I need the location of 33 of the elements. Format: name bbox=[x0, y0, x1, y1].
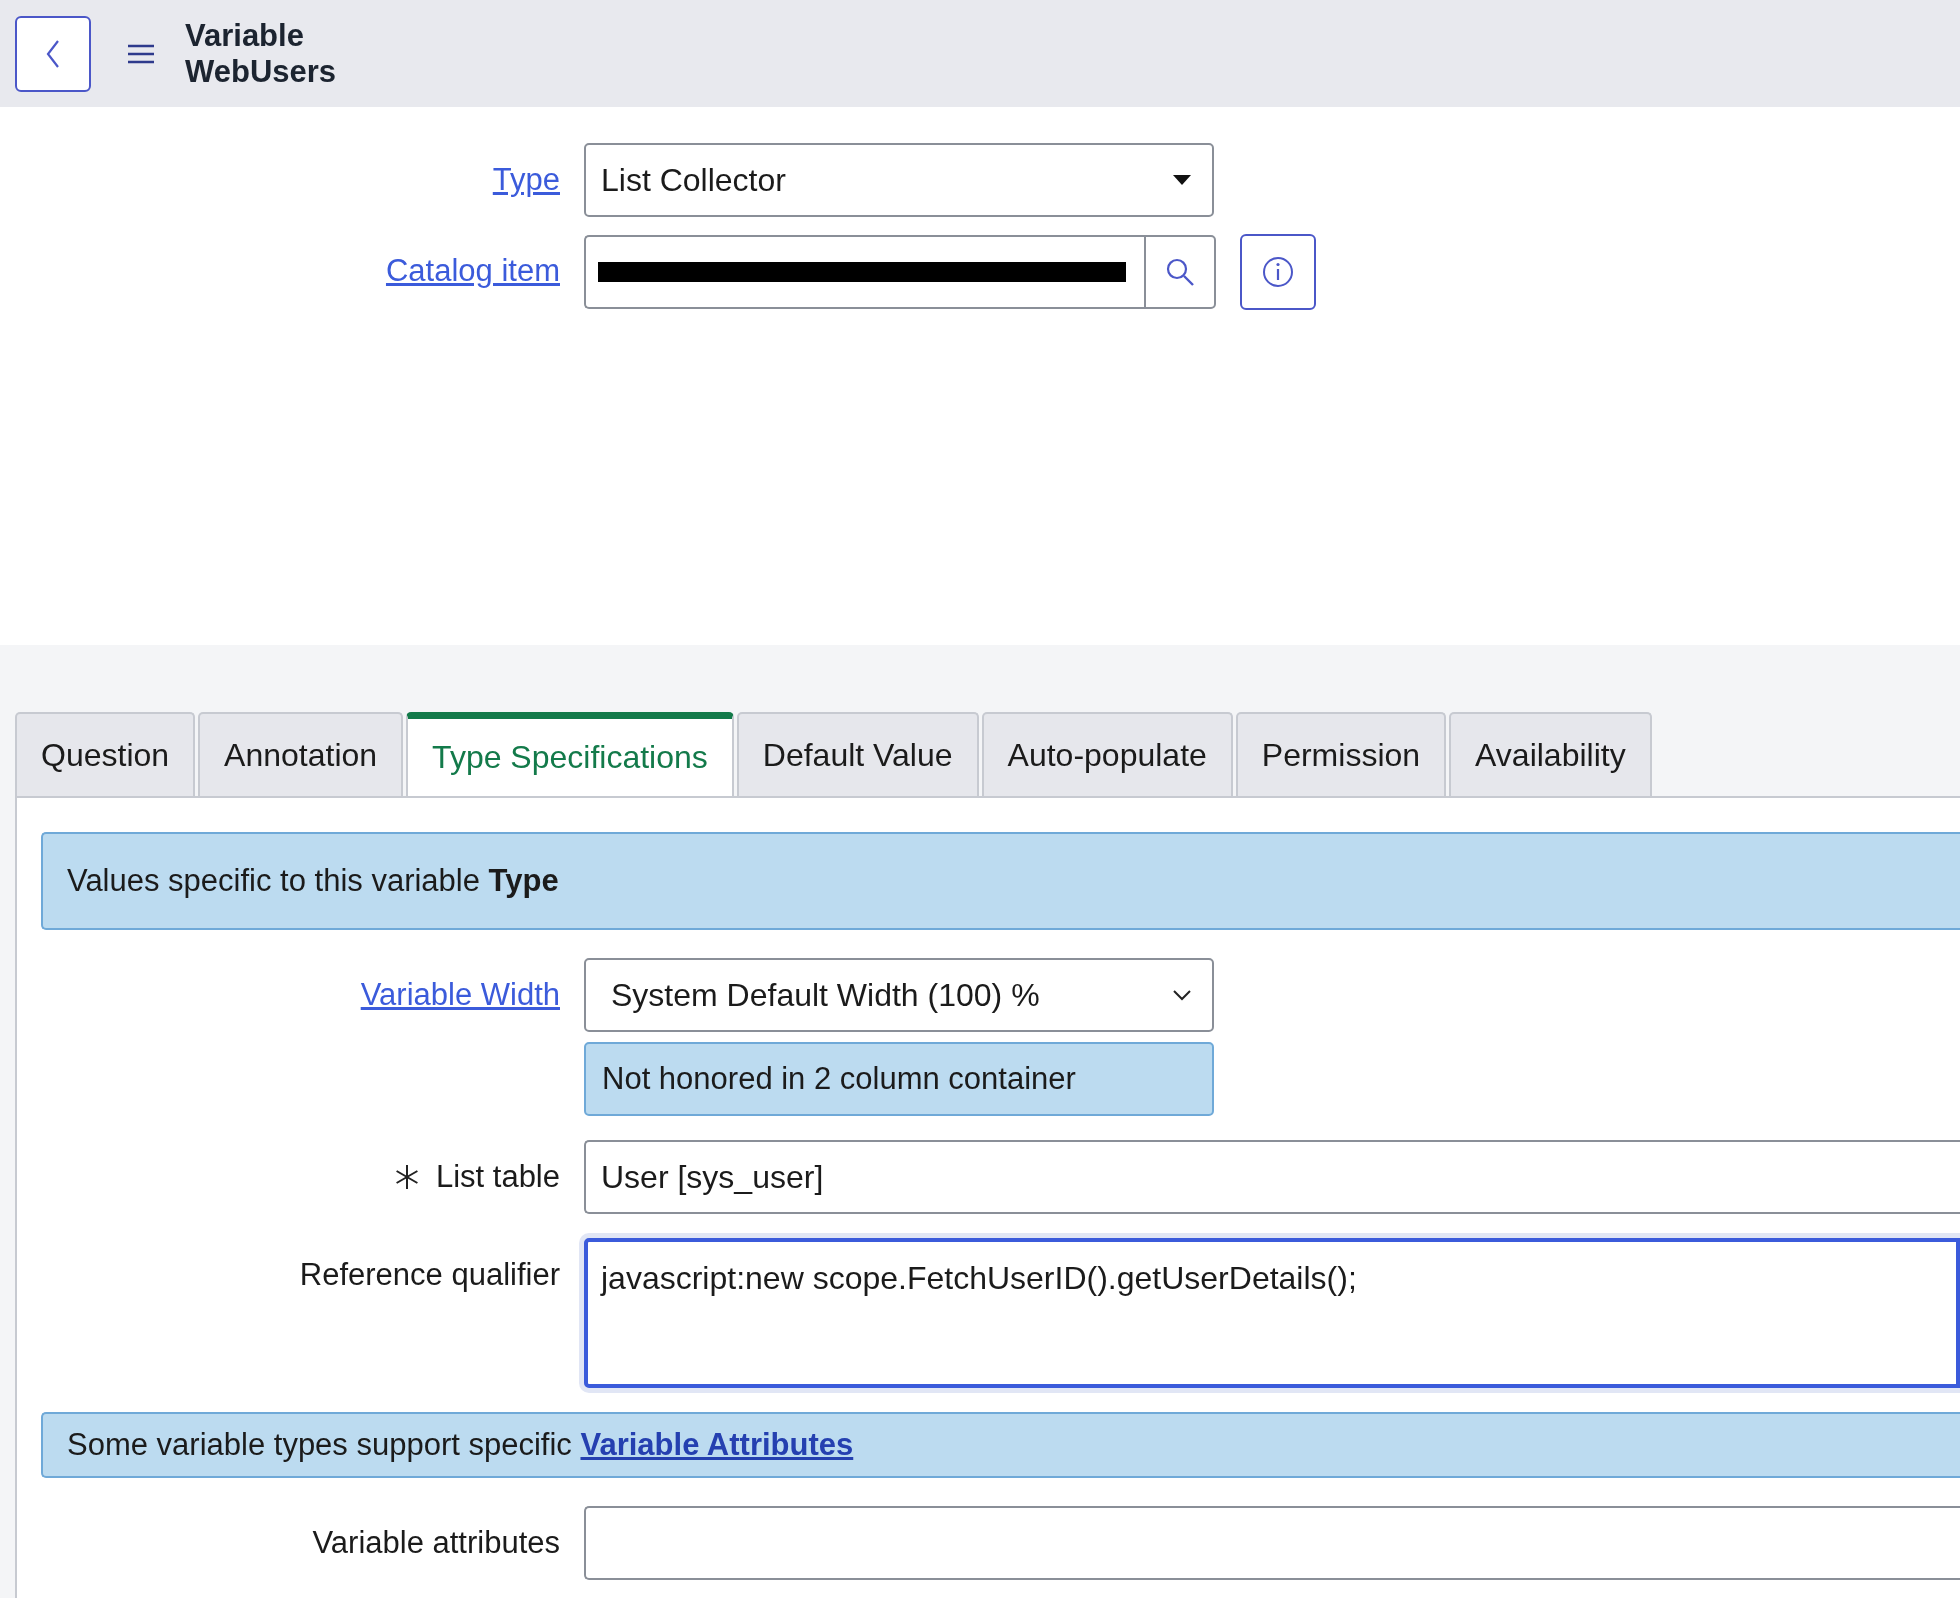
field-label-link[interactable]: Type bbox=[492, 162, 560, 198]
tab[interactable]: Availability bbox=[1449, 712, 1652, 796]
input-field[interactable] bbox=[584, 1506, 1960, 1580]
reference-field[interactable] bbox=[584, 235, 1144, 309]
field-label: List table bbox=[435, 1159, 560, 1195]
chevron-left-icon bbox=[45, 38, 61, 69]
tab[interactable]: Question bbox=[15, 712, 196, 796]
banner-text: Some variable types support specific bbox=[67, 1427, 572, 1462]
field-label-link[interactable]: Variable Width bbox=[360, 977, 560, 1013]
back-button[interactable] bbox=[15, 15, 91, 92]
tab[interactable]: Default Value bbox=[736, 712, 979, 796]
search-icon bbox=[1165, 257, 1195, 287]
select-dropdown[interactable]: System Default Width (100) % bbox=[584, 958, 1214, 1032]
info-icon bbox=[1262, 256, 1294, 288]
field-label: Variable attributes bbox=[312, 1525, 560, 1561]
info-note: Not honored in 2 column container bbox=[584, 1042, 1214, 1116]
caret-down-icon bbox=[1172, 174, 1192, 186]
input-field[interactable]: User [sys_user] bbox=[584, 1140, 1960, 1214]
tab[interactable]: Annotation bbox=[198, 712, 404, 796]
tab[interactable]: Permission bbox=[1235, 712, 1447, 796]
search-button[interactable] bbox=[1144, 235, 1216, 309]
variable-attributes-link[interactable]: Variable Attributes bbox=[580, 1427, 854, 1462]
record-type-title: Variable bbox=[185, 17, 305, 54]
info-button[interactable] bbox=[1240, 234, 1316, 310]
tab[interactable]: Auto-populate bbox=[981, 712, 1233, 796]
chevron-down-icon bbox=[1172, 989, 1192, 1001]
tab[interactable]: Type Specifications bbox=[406, 712, 734, 796]
record-name-title: WebUsers bbox=[185, 53, 337, 90]
select-dropdown[interactable]: List Collector bbox=[584, 143, 1214, 217]
field-label-link[interactable]: Catalog item bbox=[385, 253, 560, 289]
menu-icon bbox=[127, 42, 155, 65]
field-label: Reference qualifier bbox=[299, 1257, 560, 1293]
banner-text: Values specific to this variable Type bbox=[67, 863, 559, 898]
